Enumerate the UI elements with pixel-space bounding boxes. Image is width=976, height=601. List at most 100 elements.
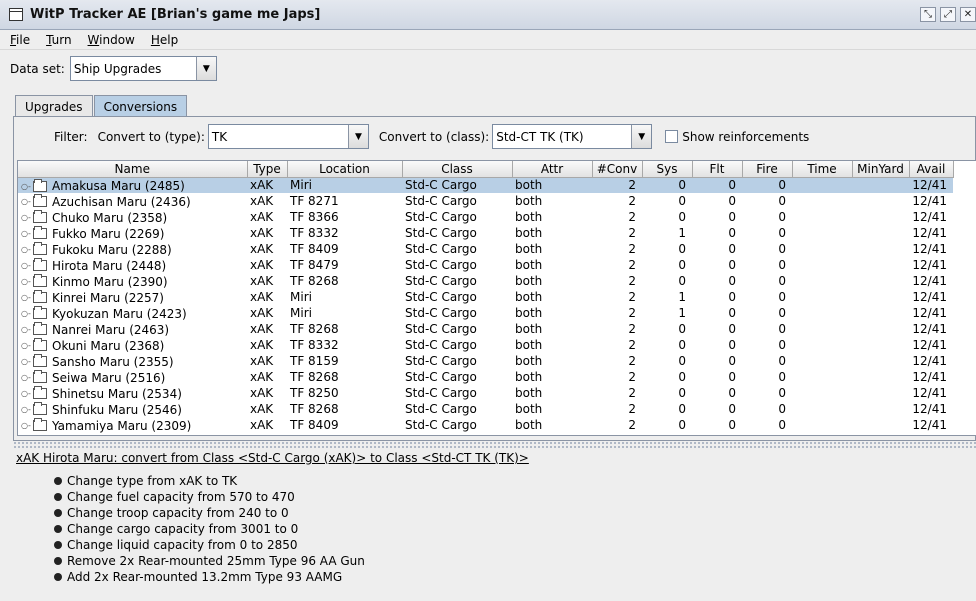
col-location[interactable]: Location	[287, 161, 403, 178]
expand-toggle-icon[interactable]: ○-	[21, 261, 33, 270]
expand-toggle-icon[interactable]: ○-	[21, 229, 33, 238]
col-class[interactable]: Class	[402, 161, 513, 178]
table-row[interactable]: ○- Yamamiya Maru (2309) xAK TF 8409 Std-C Ca…	[18, 417, 953, 433]
detail-text: Add 2x Rear-mounted 13.2mm Type 93 AAMG	[67, 570, 343, 584]
table-row[interactable]: ○- Shinfuku Maru (2546) xAK TF 8268 Std-C Ca…	[18, 401, 953, 417]
cell-class: Std-C Cargo	[405, 226, 477, 240]
table-row[interactable]: ○- Azuchisan Maru (2436) xAK TF 8271 Std-C C…	[18, 193, 953, 209]
col-type[interactable]: Type	[247, 161, 288, 178]
expand-toggle-icon[interactable]: ○-	[21, 357, 33, 366]
table-row[interactable]: ○- Fukoku Maru (2288) xAK TF 8409 Std-C Carg…	[18, 241, 953, 257]
cell-location: TF 8409	[290, 418, 339, 432]
cell-sys: 0	[678, 210, 686, 224]
expand-toggle-icon[interactable]: ○-	[21, 277, 33, 286]
col-name[interactable]: Name	[18, 161, 248, 178]
cell-name: ○- Fukoku Maru (2288)	[18, 241, 247, 257]
table-row[interactable]: ○- Chuko Maru (2358) xAK TF 8366 Std-C Cargo…	[18, 209, 953, 225]
cell-fire: 0	[778, 306, 786, 320]
table-row[interactable]: ○- Hirota Maru (2448) xAK TF 8479 Std-C Carg…	[18, 257, 953, 273]
cell-class: Std-C Cargo	[405, 386, 477, 400]
table-row[interactable]: ○- Fukko Maru (2269) xAK TF 8332 Std-C Cargo…	[18, 225, 953, 241]
table-row[interactable]: ○- Seiwa Maru (2516) xAK TF 8268 Std-C Cargo…	[18, 369, 953, 385]
col-minyard[interactable]: MinYard	[852, 161, 910, 178]
cell-attr: both	[515, 226, 543, 240]
folder-icon	[33, 290, 47, 304]
cell-sys: 0	[678, 194, 686, 208]
cell-name: ○- Nanrei Maru (2463)	[18, 321, 247, 337]
table-row[interactable]: ○- Kinrei Maru (2257) xAK Miri Std-C Cargo bo…	[18, 289, 953, 305]
cell-name: ○- Shinfuku Maru (2546)	[18, 401, 247, 417]
expand-toggle-icon[interactable]: ○-	[21, 405, 33, 414]
col-attr[interactable]: Attr	[512, 161, 593, 178]
cell-conv: 2	[628, 194, 636, 208]
convert-class-select[interactable]: Std-CT TK (TK) ▼	[492, 124, 653, 149]
table-header: Name Type Location Class Attr #Conv Sys …	[18, 161, 954, 178]
cell-type: xAK	[250, 290, 274, 304]
chevron-down-icon[interactable]: ▼	[195, 57, 216, 80]
cell-class: Std-C Cargo	[405, 402, 477, 416]
col-flt[interactable]: Flt	[692, 161, 743, 178]
expand-toggle-icon[interactable]: ○-	[21, 341, 33, 350]
table-row[interactable]: ○- Sansho Maru (2355) xAK TF 8159 Std-C Carg…	[18, 353, 953, 369]
cell-flt: 0	[692, 177, 742, 193]
col-time[interactable]: Time	[792, 161, 853, 178]
expand-toggle-icon[interactable]: ○-	[21, 197, 33, 206]
table-row[interactable]: ○- Okuni Maru (2368) xAK TF 8332 Std-C Cargo…	[18, 337, 953, 353]
table-row[interactable]: ○- Nanrei Maru (2463) xAK TF 8268 Std-C Carg…	[18, 321, 953, 337]
dataset-select[interactable]: Ship Upgrades ▼	[69, 56, 217, 81]
tab-upgrades[interactable]: Upgrades	[15, 95, 93, 117]
expand-toggle-icon[interactable]: ○-	[21, 293, 33, 302]
cell-class: Std-C Cargo	[405, 354, 477, 368]
maximize-icon[interactable]: ⤢	[940, 7, 956, 22]
cell-avail: 12/41	[912, 242, 947, 256]
menu-help[interactable]: Help	[151, 33, 178, 47]
cell-flt: 0	[728, 402, 736, 416]
cell-conv: 2	[628, 258, 636, 272]
expand-toggle-icon[interactable]: ○-	[21, 373, 33, 382]
cell-attr: both	[515, 402, 543, 416]
table-row[interactable]: ○- Shinetsu Maru (2534) xAK TF 8250 Std-C Ca…	[18, 385, 953, 401]
expand-toggle-icon[interactable]: ○-	[21, 182, 33, 191]
ship-name: Okuni Maru (2368)	[52, 338, 165, 353]
col-conv[interactable]: #Conv	[592, 161, 643, 178]
expand-toggle-icon[interactable]: ○-	[21, 325, 33, 334]
cell-type: xAK	[250, 274, 274, 288]
expand-toggle-icon[interactable]: ○-	[21, 213, 33, 222]
cell-flt: 0	[728, 226, 736, 240]
expand-toggle-icon[interactable]: ○-	[21, 421, 33, 430]
menu-window[interactable]: Window	[88, 33, 135, 47]
folder-icon	[33, 306, 47, 320]
tab-conversions[interactable]: Conversions	[93, 95, 188, 117]
chevron-down-icon[interactable]: ▼	[631, 125, 652, 148]
table-row[interactable]: ○- Kyokuzan Maru (2423) xAK Miri Std-C Cargo…	[18, 305, 953, 321]
expand-toggle-icon[interactable]: ○-	[21, 389, 33, 398]
cell-minyard	[852, 193, 909, 209]
close-icon[interactable]: ✕	[960, 7, 976, 22]
col-sys[interactable]: Sys	[642, 161, 693, 178]
col-fire[interactable]: Fire	[742, 161, 793, 178]
cell-name: ○- Okuni Maru (2368)	[18, 337, 247, 353]
cell-attr: both	[515, 338, 543, 352]
cell-time	[792, 369, 852, 385]
table-row[interactable]: ○- Kinmo Maru (2390) xAK TF 8268 Std-C Cargo…	[18, 273, 953, 289]
cell-flt: 0	[728, 258, 736, 272]
restore-icon[interactable]: ⤡	[920, 7, 936, 22]
split-pane-divider[interactable]	[13, 441, 976, 449]
menu-file[interactable]: File	[10, 33, 30, 47]
cell-sys: 0	[678, 386, 686, 400]
expand-toggle-icon[interactable]: ○-	[21, 309, 33, 318]
cell-fire: 0	[778, 290, 786, 304]
cell-conv: 2	[592, 177, 642, 193]
reinforcements-checkbox[interactable]	[665, 130, 679, 143]
list-item: Add 2x Rear-mounted 13.2mm Type 93 AAMG	[54, 569, 976, 585]
cell-avail: 12/41	[912, 370, 947, 384]
table-row[interactable]: ○- Amakusa Maru (2485) xAK Miri Std-C Cargo b…	[18, 177, 953, 193]
expand-toggle-icon[interactable]: ○-	[21, 245, 33, 254]
col-avail[interactable]: Avail	[909, 161, 954, 178]
chevron-down-icon[interactable]: ▼	[347, 125, 368, 148]
menu-turn[interactable]: Turn	[46, 33, 71, 47]
bullet-icon	[54, 557, 62, 565]
convert-type-select[interactable]: TK ▼	[207, 124, 369, 149]
cell-name: ○- Fukko Maru (2269)	[18, 225, 247, 241]
conversion-details: xAK Hirota Maru: convert from Class <Std…	[16, 451, 976, 585]
